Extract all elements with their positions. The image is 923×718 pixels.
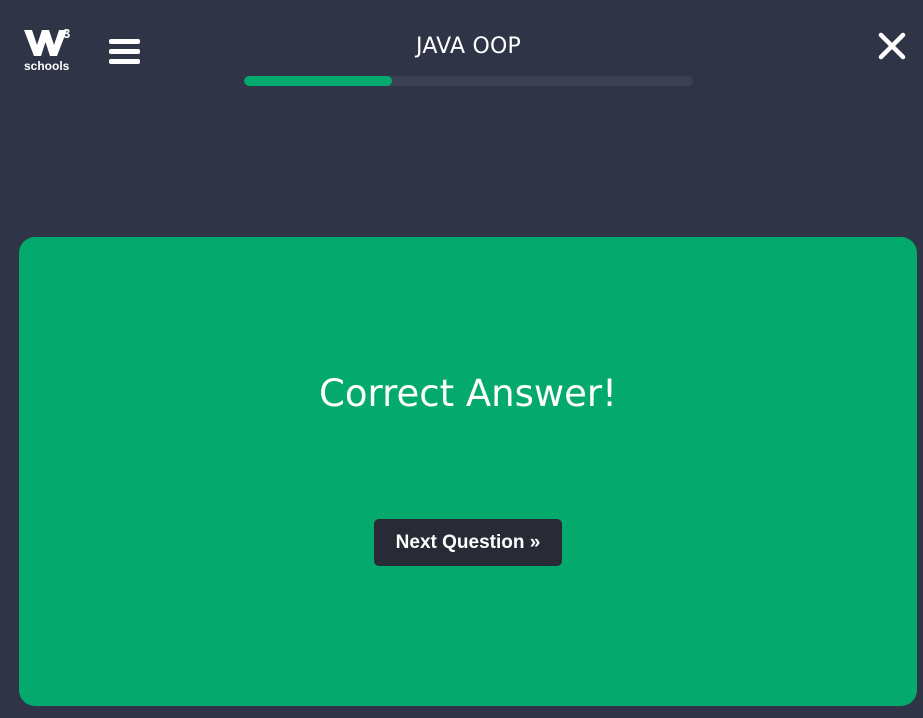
next-question-button[interactable]: Next Question » xyxy=(374,519,562,566)
w3schools-logo[interactable]: 3 schools xyxy=(23,26,75,74)
logo-text: schools xyxy=(24,59,70,73)
quiz-progress-fill xyxy=(244,76,393,86)
logo-superscript: 3 xyxy=(63,26,70,41)
menu-bar xyxy=(109,59,140,64)
quiz-page: 3 schools JAVA OOP Correct Answer! Next … xyxy=(0,0,923,718)
quiz-progress-bar xyxy=(244,76,693,86)
close-icon-graphic xyxy=(878,32,906,60)
result-message: Correct Answer! xyxy=(319,372,617,415)
menu-bar xyxy=(109,39,140,44)
result-card: Correct Answer! Next Question » xyxy=(19,237,917,706)
close-icon[interactable] xyxy=(877,31,907,61)
hamburger-menu-icon[interactable] xyxy=(109,38,140,64)
quiz-title: JAVA OOP xyxy=(416,34,521,59)
menu-bar xyxy=(109,49,140,54)
w3-logo-icon: 3 xyxy=(24,26,70,56)
